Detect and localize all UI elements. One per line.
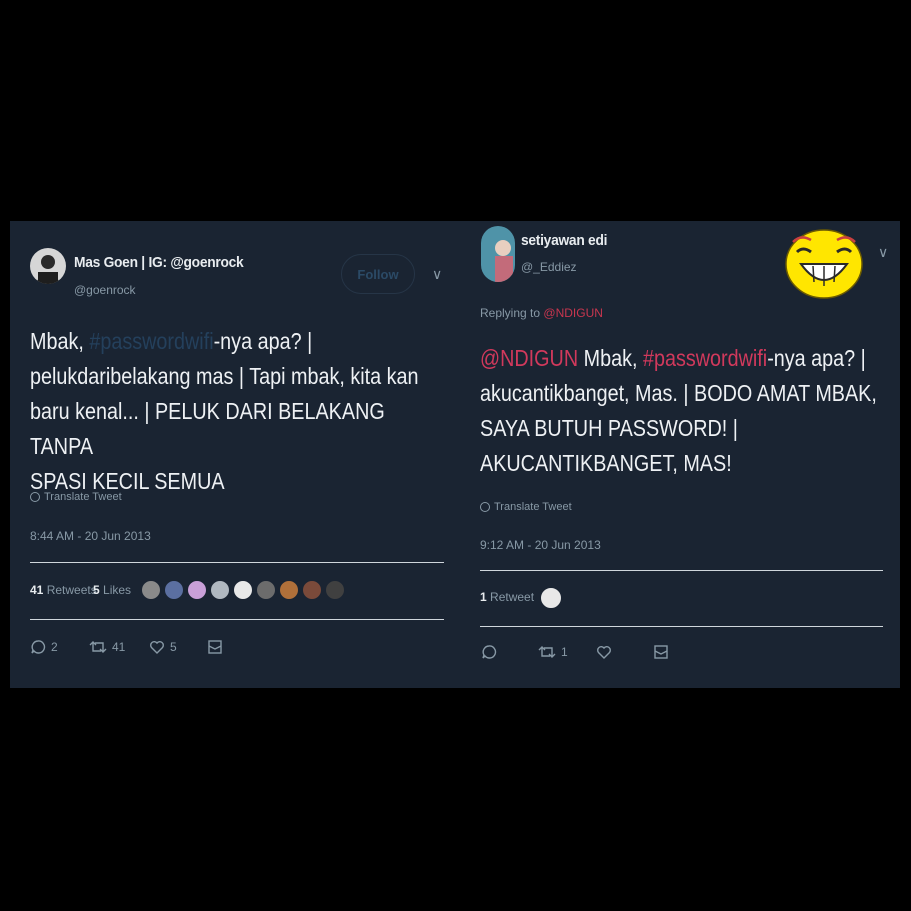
retweet-icon — [89, 641, 107, 653]
divider — [480, 570, 883, 571]
tweet-text-part: Mbak, — [30, 328, 90, 354]
heart-icon — [597, 646, 611, 659]
tweet-screenshot-panel: Mas Goen | IG: @goenrock @goenrock Follo… — [10, 221, 900, 688]
avatar[interactable] — [481, 226, 515, 282]
tweet-text-line: baru kenal... | PELUK DARI BELAKANG TANP… — [30, 398, 385, 459]
retweets-count: 1 — [480, 590, 487, 604]
retweet-icon — [538, 646, 556, 658]
hashtag-link[interactable]: #passwordwifi — [643, 345, 767, 371]
envelope-icon — [654, 645, 668, 659]
follow-button[interactable]: Follow — [341, 254, 415, 294]
likes-count: 5 — [93, 583, 100, 597]
tweet-text-part: -nya apa? | — [213, 328, 313, 354]
likes-stat[interactable]: 5 Likes — [93, 583, 131, 597]
divider — [30, 619, 444, 620]
reply-action[interactable]: 2 — [30, 639, 58, 655]
direct-message-action[interactable] — [207, 639, 223, 655]
like-count: 5 — [170, 640, 177, 654]
tweet-text-line: pelukdaribelakang mas | Tapi mbak, kita … — [30, 363, 419, 389]
retweet-action[interactable]: 41 — [89, 639, 125, 655]
heart-icon — [150, 641, 164, 654]
chevron-down-icon[interactable]: ∨ — [432, 266, 442, 283]
retweeter-avatars — [540, 587, 562, 609]
mention-link[interactable]: @NDIGUN — [543, 306, 603, 320]
tweet-text-part: -nya apa? | — [767, 345, 866, 371]
divider — [30, 562, 444, 563]
retweet-action[interactable]: 1 — [538, 644, 568, 660]
retweets-label: Retweet — [490, 590, 535, 604]
avatar[interactable] — [540, 587, 562, 609]
divider — [480, 626, 883, 627]
tweet-text-part: Mbak, — [578, 345, 643, 371]
laughing-emoji-icon — [785, 229, 863, 299]
globe-icon — [480, 502, 490, 512]
likes-label: Likes — [103, 583, 132, 597]
tweet-text: Mbak, #passwordwifi-nya apa? | pelukdari… — [30, 324, 443, 499]
translate-label: Translate Tweet — [494, 501, 572, 513]
retweet-count: 41 — [112, 640, 126, 654]
translate-label: Translate Tweet — [44, 491, 122, 503]
reply-icon — [482, 645, 497, 659]
retweet-count: 1 — [561, 645, 568, 659]
avatar[interactable] — [30, 248, 66, 284]
display-name[interactable]: setiyawan edi — [521, 232, 607, 249]
avatar[interactable] — [279, 580, 299, 600]
translate-tweet-link[interactable]: Translate Tweet — [30, 491, 122, 503]
retweets-count: 41 — [30, 583, 44, 597]
avatar[interactable] — [141, 580, 161, 600]
tweet-left: Mas Goen | IG: @goenrock @goenrock Follo… — [30, 221, 455, 688]
retweets-stat[interactable]: 41 Retweets — [30, 583, 97, 597]
user-handle[interactable]: @_Eddiez — [521, 260, 577, 274]
tweet-timestamp[interactable]: 9:12 AM - 20 Jun 2013 — [480, 538, 601, 552]
tweet-text-line: AKUCANTIKBANGET, MAS! — [480, 450, 732, 476]
avatar[interactable] — [164, 580, 184, 600]
avatar[interactable] — [256, 580, 276, 600]
user-handle[interactable]: @goenrock — [74, 283, 136, 297]
tweet-text-line: akucantikbanget, Mas. | BODO AMAT MBAK, — [480, 380, 877, 406]
direct-message-action[interactable] — [653, 644, 669, 660]
tweet-text-line: SAYA BUTUH PASSWORD! | — [480, 415, 738, 441]
retweets-stat[interactable]: 1 Retweet — [480, 590, 534, 604]
like-action[interactable]: 5 — [149, 639, 177, 655]
globe-icon — [30, 492, 40, 502]
hashtag-link[interactable]: #passwordwifi — [89, 328, 213, 354]
reply-action[interactable] — [481, 644, 497, 660]
avatar[interactable] — [210, 580, 230, 600]
reply-count: 2 — [51, 640, 58, 654]
retweets-label: Retweets — [46, 583, 97, 597]
avatar[interactable] — [233, 580, 253, 600]
avatar[interactable] — [325, 580, 345, 600]
chevron-down-icon[interactable]: ∨ — [878, 244, 888, 261]
tweet-text: @NDIGUN Mbak, #passwordwifi-nya apa? | a… — [480, 341, 884, 481]
display-name[interactable]: Mas Goen | IG: @goenrock — [74, 254, 244, 271]
tweet-timestamp[interactable]: 8:44 AM - 20 Jun 2013 — [30, 529, 151, 543]
envelope-icon — [208, 640, 222, 654]
translate-tweet-link[interactable]: Translate Tweet — [480, 501, 572, 513]
avatar[interactable] — [187, 580, 207, 600]
mention-link[interactable]: @NDIGUN — [480, 345, 578, 371]
avatar[interactable] — [302, 580, 322, 600]
reply-icon — [31, 640, 46, 654]
like-action[interactable] — [596, 644, 612, 660]
replying-to: Replying to @NDIGUN — [480, 306, 603, 320]
replying-label: Replying to — [480, 306, 541, 320]
liker-avatars — [141, 580, 345, 600]
